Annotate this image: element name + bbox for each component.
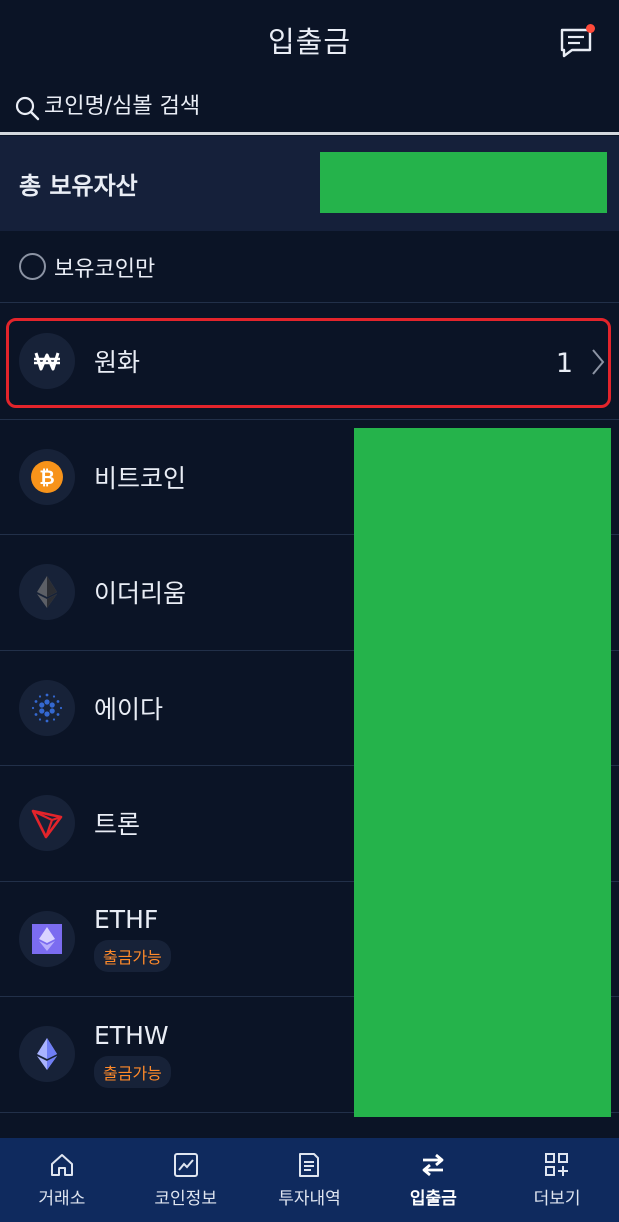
total-assets-label: 총 보유자산	[19, 172, 138, 200]
nav-exchange[interactable]: 거래소	[7, 1152, 117, 1209]
coin-name: ETHF	[94, 905, 159, 935]
withdrawable-badge: 출금가능	[94, 1055, 171, 1088]
page-title: 입출금	[267, 25, 352, 59]
nav-label: 투자내역	[278, 1188, 341, 1209]
nav-investment-history[interactable]: 투자내역	[254, 1152, 364, 1209]
coin-row-krw[interactable]: 원화 1	[0, 304, 619, 420]
ethereum-icon	[19, 564, 75, 621]
cardano-icon	[19, 679, 75, 736]
withdrawable-badge: 출금가능	[94, 940, 171, 973]
nav-deposit-withdraw[interactable]: 입출금	[378, 1152, 488, 1209]
won-icon	[19, 333, 75, 390]
held-coins-filter[interactable]: 보유코인만	[0, 231, 619, 303]
balance-column-redacted	[354, 428, 611, 1117]
header: 입출금	[0, 0, 619, 80]
ethf-icon	[19, 910, 75, 967]
coin-name: 에이다	[94, 694, 164, 724]
ethw-icon	[19, 1026, 75, 1083]
coin-name: 원화	[94, 348, 141, 378]
search-bar[interactable]	[0, 80, 619, 135]
coin-name: 이더리움	[94, 579, 187, 609]
held-coins-radio[interactable]	[19, 253, 46, 280]
notification-button[interactable]	[559, 24, 595, 60]
nav-label: 거래소	[38, 1188, 86, 1209]
svg-text:₿: ₿	[39, 467, 54, 489]
search-input[interactable]	[44, 86, 564, 126]
nav-label: 코인정보	[154, 1188, 217, 1209]
tron-icon	[19, 795, 75, 852]
nav-coin-info[interactable]: 코인정보	[131, 1152, 241, 1209]
home-icon	[50, 1153, 73, 1176]
document-icon	[299, 1152, 320, 1177]
total-assets: 총 보유자산	[0, 136, 619, 231]
coin-name: 트론	[94, 810, 141, 840]
chevron-right-icon	[592, 349, 605, 375]
nav-more[interactable]: 더보기	[502, 1152, 612, 1209]
transfer-icon	[422, 1153, 444, 1176]
coin-name: ETHW	[94, 1020, 169, 1050]
held-coins-label: 보유코인만	[54, 256, 156, 282]
nav-label: 더보기	[533, 1188, 581, 1209]
krw-amount: 1	[555, 348, 573, 379]
nav-label: 입출금	[409, 1188, 457, 1209]
total-assets-value-redacted	[320, 152, 607, 213]
grid-plus-icon	[545, 1152, 569, 1176]
bottom-nav: 거래소 코인정보 투자내역 입출금 더보기	[0, 1138, 619, 1222]
chart-icon	[173, 1152, 198, 1177]
coin-name: 비트코인	[94, 463, 187, 493]
notification-badge	[586, 24, 595, 33]
bitcoin-icon: ₿	[19, 448, 75, 505]
search-icon	[15, 96, 40, 121]
